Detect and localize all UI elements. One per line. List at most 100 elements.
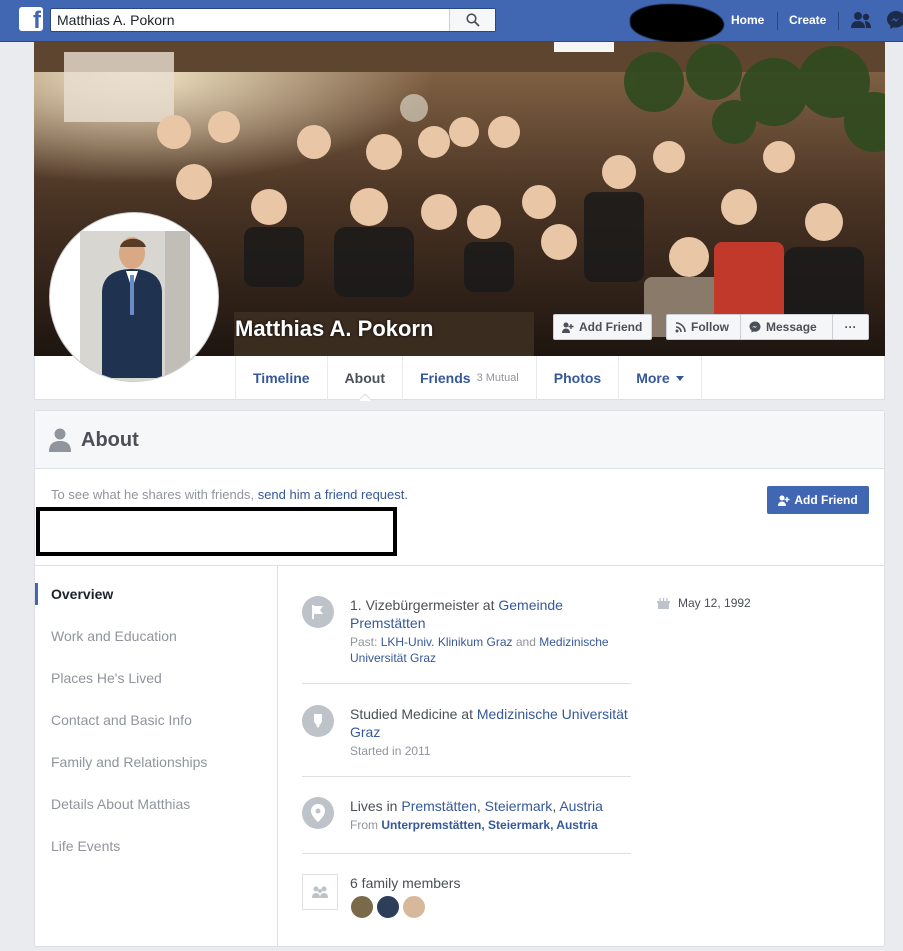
search-button[interactable]: [449, 9, 495, 31]
lives-row-icon-circle: [302, 797, 334, 829]
tab-about[interactable]: About: [326, 356, 402, 401]
messenger-icon[interactable]: [886, 10, 903, 30]
row-divider: [302, 683, 631, 684]
search-bar: [50, 8, 496, 32]
about-add-friend-label: Add Friend: [794, 493, 858, 507]
message-label: Message: [766, 320, 817, 334]
active-tab-indicator: [357, 393, 372, 401]
profile-picture[interactable]: [49, 212, 219, 382]
follow-label: Follow: [691, 320, 729, 334]
about-header: About: [35, 411, 884, 469]
caret-down-icon: [675, 375, 684, 381]
redaction-scribble: [630, 4, 724, 42]
about-title: About: [81, 429, 139, 451]
add-friend-icon: [562, 322, 574, 333]
sidebar-item-work-education[interactable]: Work and Education: [35, 625, 275, 647]
profile-name: Matthias A. Pokorn: [235, 316, 434, 341]
region-link[interactable]: Steiermark: [485, 798, 553, 814]
tab-photos-label: Photos: [553, 370, 602, 386]
tab-more-label: More: [636, 370, 670, 386]
family-icon-box: [302, 874, 338, 910]
sidebar-item-overview[interactable]: Overview: [35, 583, 275, 605]
lives-comma-2: ,: [552, 798, 557, 814]
sidebar-item-places-lived[interactable]: Places He's Lived: [35, 667, 275, 689]
lives-prefix: Lives in: [350, 798, 398, 814]
work-past-link-1[interactable]: LKH-Univ. Klinikum Graz: [381, 635, 513, 649]
lives-row-text: Lives in Premstätten, Steiermark, Austri…: [350, 797, 635, 833]
tab-more[interactable]: More: [618, 356, 702, 400]
family-members-count[interactable]: 6 family members: [350, 875, 460, 891]
nav-divider: [838, 12, 839, 30]
work-row-text: 1. Vizebürgermeister at Gemeinde Premstä…: [350, 596, 635, 666]
education-row-icon-circle: [302, 705, 334, 737]
family-row: 6 family members: [302, 874, 632, 924]
friend-requests-icon[interactable]: [850, 11, 872, 29]
tab-friends[interactable]: Friends 3 Mutual: [401, 356, 536, 400]
work-row-icon-circle: [302, 596, 334, 628]
messenger-small-icon: [749, 321, 761, 333]
country-link[interactable]: Austria: [559, 798, 603, 814]
city-link[interactable]: Premstätten: [401, 798, 476, 814]
lives-row: Lives in Premstätten, Steiermark, Austri…: [302, 797, 632, 837]
family-icon: [312, 886, 328, 898]
work-position: 1. Vizebürgermeister at: [350, 597, 495, 613]
rss-follow-icon: [675, 321, 686, 332]
search-input[interactable]: [51, 9, 451, 31]
tab-timeline-label: Timeline: [253, 370, 310, 386]
search-icon: [465, 13, 480, 27]
sidebar-item-details[interactable]: Details About Matthias: [35, 793, 275, 815]
tab-friends-label: Friends: [419, 370, 471, 386]
add-friend-icon: [778, 495, 790, 506]
work-past: Past: LKH-Univ. Klinikum Graz and Medizi…: [350, 634, 635, 666]
profile-photo-image: [58, 221, 212, 381]
birthday-cake-icon: [657, 598, 670, 609]
lives-comma-1: ,: [476, 798, 481, 814]
family-avatar[interactable]: [376, 895, 400, 919]
family-row-text: 6 family members: [350, 874, 635, 923]
person-icon: [49, 428, 71, 452]
from-label: From: [350, 818, 378, 832]
sidebar-item-life-events[interactable]: Life Events: [35, 835, 275, 857]
sidebar-item-contact-info[interactable]: Contact and Basic Info: [35, 709, 275, 731]
redaction-box: [36, 507, 397, 556]
birthday-date: May 12, 1992: [678, 596, 751, 610]
family-avatars: [350, 895, 635, 923]
work-row: 1. Vizebürgermeister at Gemeinde Premstä…: [302, 596, 632, 666]
graduation-icon: [314, 714, 322, 728]
about-sidebar: Overview Work and Education Places He's …: [35, 566, 278, 947]
family-avatar[interactable]: [350, 895, 374, 919]
add-friend-button[interactable]: Add Friend: [553, 314, 652, 340]
about-add-friend-button[interactable]: Add Friend: [767, 486, 869, 514]
education-started: Started in 2011: [350, 744, 431, 758]
tab-timeline[interactable]: Timeline: [235, 356, 327, 400]
flag-icon: [312, 605, 323, 619]
tab-about-label: About: [344, 370, 385, 386]
home-link[interactable]: Home: [731, 13, 764, 27]
add-friend-label: Add Friend: [579, 320, 643, 334]
education-row-text: Studied Medicine at Medizinische Univers…: [350, 705, 635, 759]
family-avatar[interactable]: [402, 895, 426, 919]
sidebar-item-family-relationships[interactable]: Family and Relationships: [35, 751, 275, 773]
work-past-and: and: [515, 635, 536, 649]
facebook-logo-icon[interactable]: f: [19, 7, 43, 31]
education-row: Studied Medicine at Medizinische Univers…: [302, 705, 632, 758]
location-pin-icon: [311, 804, 325, 822]
top-navigation-bar: f Home Create: [0, 0, 903, 42]
birthday: May 12, 1992: [657, 596, 751, 610]
more-options-button[interactable]: ···: [832, 314, 869, 340]
hometown: From Unterpremstätten, Steiermark, Austr…: [350, 817, 635, 833]
row-divider: [302, 853, 631, 854]
more-dots-icon: ···: [844, 320, 857, 334]
profile-tabs: Timeline About Friends 3 Mutual Photos M…: [235, 356, 702, 401]
friend-request-notice: To see what he shares with friends, send…: [51, 487, 408, 502]
follow-button[interactable]: Follow: [666, 314, 741, 340]
about-section: About To see what he shares with friends…: [34, 410, 885, 947]
send-friend-request-link[interactable]: send him a friend request.: [258, 487, 408, 502]
education-prefix: Studied Medicine at: [350, 706, 473, 722]
work-past-label: Past:: [350, 635, 378, 649]
tab-photos[interactable]: Photos: [535, 356, 618, 400]
create-link[interactable]: Create: [789, 13, 826, 27]
message-button[interactable]: Message: [740, 314, 833, 340]
notice-text: To see what he shares with friends,: [51, 487, 255, 502]
hometown-link[interactable]: Unterpremstätten, Steiermark, Austria: [381, 818, 597, 832]
